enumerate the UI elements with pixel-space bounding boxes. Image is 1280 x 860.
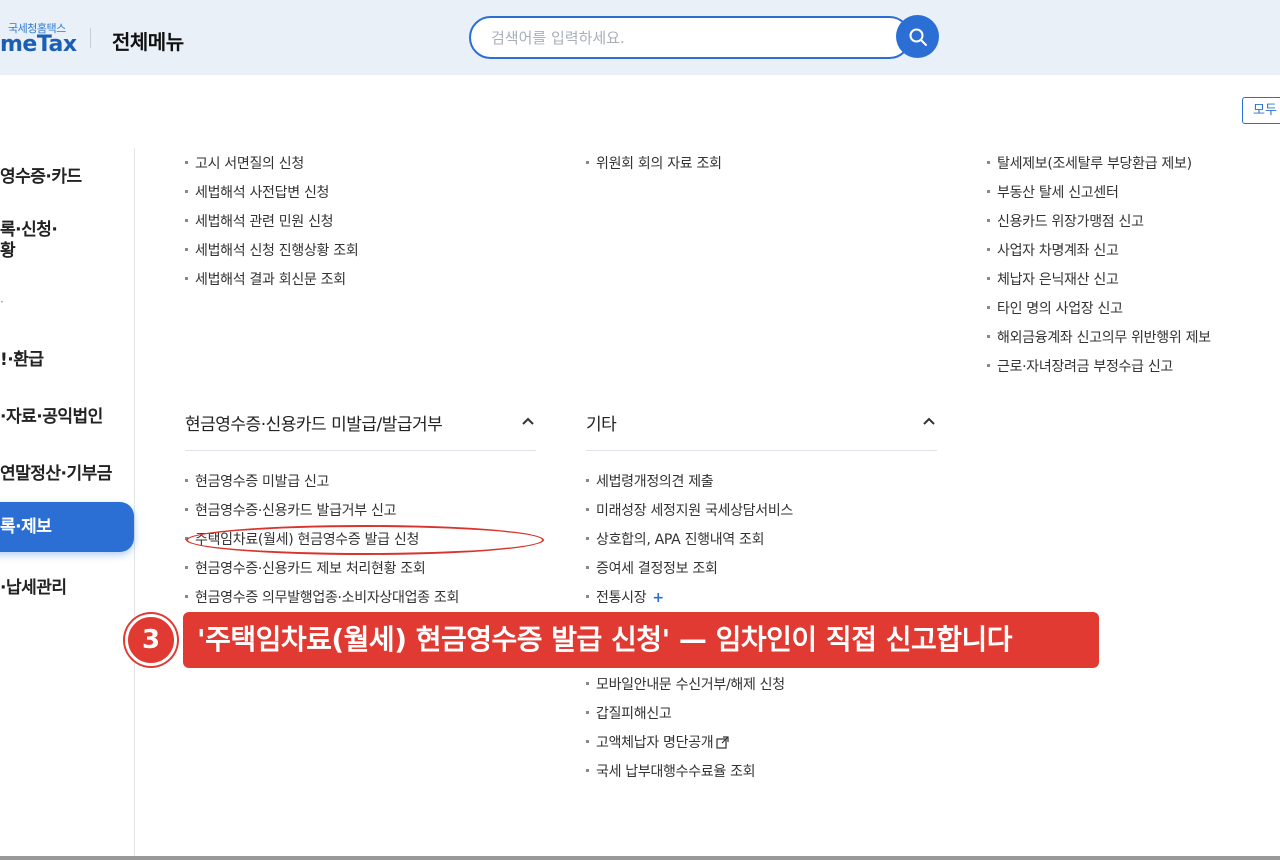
link-fake-merchant[interactable]: 신용카드 위장가맹점 신고 — [987, 211, 1144, 231]
link-written-inquiry[interactable]: 고시 서면질의 신청 — [185, 153, 304, 173]
sidebar-item-tax-management[interactable]: ·납세관리 — [0, 573, 67, 598]
link-ruling-status[interactable]: 세법해석 신청 진행상황 조회 — [184, 240, 359, 260]
section-divider — [586, 450, 937, 451]
link-gift-tax-info[interactable]: 증여세 결정정보 조회 — [586, 558, 718, 578]
link-delinquent-list[interactable]: 고액체납자 명단공개 — [585, 732, 729, 752]
link-overseas-account[interactable]: 해외금융계좌 신고의무 위반행위 제보 — [987, 327, 1211, 347]
link-traditional-market[interactable]: 전통시장 + — [586, 587, 664, 607]
section-title-cash-receipt[interactable]: 현금영수증·신용카드 미발급/발급거부 — [185, 410, 443, 435]
bottom-border — [0, 856, 1280, 860]
link-mandatory-business[interactable]: 현금영수증 의무발행업종·소비자상대업종 조회 — [184, 587, 459, 607]
link-borrowed-account[interactable]: 사업자 차명계좌 신고 — [987, 240, 1119, 260]
link-hidden-assets[interactable]: 체납자 은닉재산 신고 — [987, 269, 1119, 289]
link-consulting-service[interactable]: 미래성장 세정지원 국세상담서비스 — [586, 500, 793, 520]
search-input[interactable] — [469, 16, 911, 59]
link-law-amendment[interactable]: 세법령개정의견 제출 — [585, 471, 714, 491]
link-advance-ruling[interactable]: 세법해석 사전답변 신청 — [184, 182, 329, 202]
section-divider — [185, 450, 536, 451]
link-delinquent-list-label: 고액체납자 명단공개 — [596, 735, 714, 751]
expand-all-button[interactable]: 모두 — [1242, 97, 1280, 124]
section-title-etc[interactable]: 기타 — [586, 410, 617, 435]
link-cash-receipt-unissued[interactable]: 현금영수증 미발급 신고 — [184, 471, 329, 491]
header-divider — [90, 28, 91, 48]
link-mobile-notice-optout[interactable]: 모바일안내문 수신거부/해제 신청 — [586, 674, 785, 694]
link-traditional-market-label: 전통시장 — [596, 590, 647, 606]
sidebar-item-report-tip[interactable]: 록·제보 — [0, 502, 134, 552]
sidebar-item-cash-receipt-card[interactable]: 영수증·카드 — [0, 162, 82, 187]
sidebar-item-year-end-donation[interactable]: 연말정산·기부금 — [0, 459, 112, 484]
header-bar: 국세청홈택스 meTax 전체메뉴 — [0, 0, 1280, 75]
highlight-oval — [186, 525, 544, 555]
search-icon — [909, 28, 927, 46]
link-issue-refusal[interactable]: 현금영수증·신용카드 발급거부 신고 — [184, 500, 396, 520]
sidebar-item-partial[interactable]: · — [0, 295, 4, 309]
link-ruling-complaint[interactable]: 세법해석 관련 민원 신청 — [184, 211, 334, 231]
chevron-up-icon[interactable] — [520, 413, 536, 429]
external-link-icon — [716, 736, 729, 749]
link-payment-fee-rate[interactable]: 국세 납부대행수수료율 조회 — [585, 761, 756, 781]
step-banner: '주택임차료(월세) 현금영수증 발급 신청' — 임차인이 직접 신고합니다 — [183, 612, 1099, 668]
search-button[interactable] — [896, 15, 939, 58]
page-title: 전체메뉴 — [112, 30, 184, 54]
hometax-logo[interactable]: meTax — [0, 32, 77, 57]
link-map-apa[interactable]: 상호합의, APA 진행내역 조회 — [585, 529, 765, 549]
sidebar-item-data-public-corp[interactable]: ·자료·공익법인 — [0, 402, 103, 427]
chevron-up-icon[interactable] — [921, 413, 937, 429]
link-ruling-result[interactable]: 세법해석 결과 회신문 조회 — [185, 269, 346, 289]
link-real-estate-evasion[interactable]: 부동산 탈세 신고센터 — [987, 182, 1119, 202]
step-number-badge: 3 — [125, 614, 177, 666]
link-others-name-business[interactable]: 타인 명의 사업장 신고 — [987, 298, 1123, 318]
link-tax-evasion-report[interactable]: 탈세제보(조세탈루 부당환급 제보) — [987, 153, 1192, 173]
link-report-status[interactable]: 현금영수증·신용카드 제보 처리현황 조회 — [184, 558, 426, 578]
link-incentive-fraud[interactable]: 근로·자녀장려금 부정수급 신고 — [987, 356, 1173, 376]
link-committee-data[interactable]: 위원회 회의 자료 조회 — [586, 153, 722, 173]
link-abuse-report[interactable]: 갑질피해신고 — [585, 703, 672, 723]
plus-icon[interactable]: + — [652, 590, 664, 606]
sidebar-divider — [134, 148, 135, 860]
sidebar-item-register-apply-cont[interactable]: 황 — [0, 236, 16, 261]
sidebar-item-refund[interactable]: !·환급 — [0, 345, 44, 370]
